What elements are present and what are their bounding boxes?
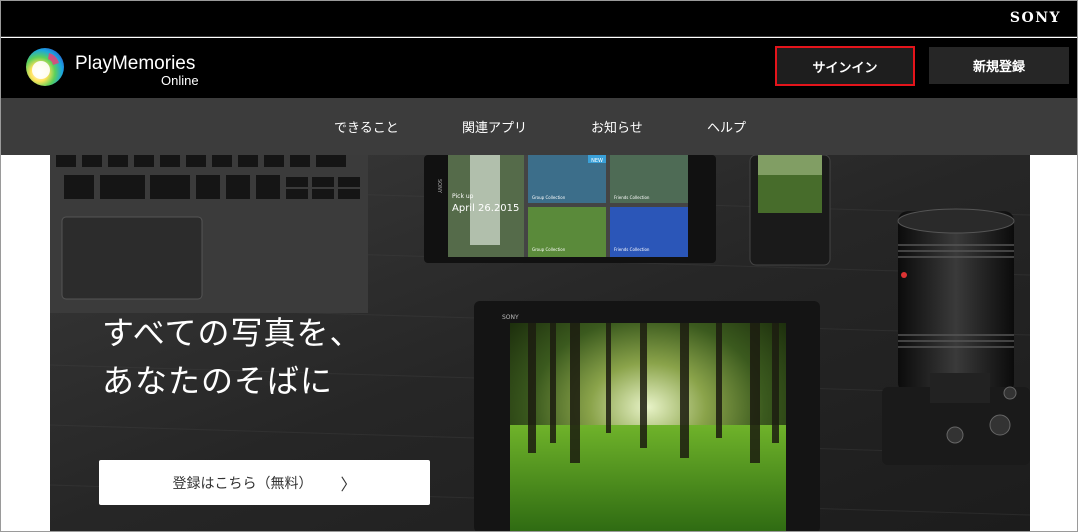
pickup-date: April 26.2015 (452, 203, 519, 214)
register-button[interactable]: 新規登録 (929, 47, 1069, 84)
app-subtitle: Online (161, 73, 199, 88)
phone-graphic (749, 155, 831, 266)
pickup-label: Pick up (452, 193, 474, 200)
tile-label: Friends Collection (614, 247, 650, 252)
tile-label: Group Collection (532, 195, 566, 200)
site-header: PlayMemories Online サインイン 新規登録 (1, 38, 1077, 98)
signin-button[interactable]: サインイン (775, 46, 915, 86)
nav-item-news[interactable]: お知らせ (591, 117, 643, 136)
page-frame: SONY PlayMemories Online サインイン 新規登録 できるこ… (0, 0, 1078, 532)
nav-item-help[interactable]: ヘルプ (707, 117, 746, 136)
new-badge: NEW (591, 158, 603, 164)
camera-lens-graphic (897, 208, 1015, 393)
tablet-main-brand: SONY (502, 314, 519, 321)
tablet-top-graphic: NEW Pick up April 26.2015 Group Collecti… (424, 155, 716, 263)
register-free-button[interactable]: 登録はこちら（無料） 〉 (99, 460, 430, 505)
hero-headline: すべての写真を、 あなたのそばに (102, 309, 362, 405)
nav-item-features[interactable]: できること (334, 117, 399, 136)
main-nav: できること 関連アプリ お知らせ ヘルプ (1, 98, 1077, 155)
playmemories-logo-icon[interactable] (25, 47, 65, 87)
register-free-label: 登録はこちら（無料） (172, 475, 313, 492)
tile-label: Friends Collection (614, 195, 650, 200)
hero-headline-line1: すべての写真を、 (102, 314, 363, 352)
nav-item-related-apps[interactable]: 関連アプリ (462, 117, 527, 136)
hero-banner: NEW Pick up April 26.2015 Group Collecti… (50, 155, 1030, 531)
sony-top-bar: SONY (1, 1, 1077, 37)
chevron-right-icon: 〉 (340, 474, 357, 494)
tablet-main-graphic: SONY (474, 301, 820, 531)
tile-label: Group Collection (532, 247, 566, 252)
tablet-top-brand: SONY (436, 179, 442, 194)
sony-logo[interactable]: SONY (1010, 10, 1061, 26)
app-title[interactable]: PlayMemories (75, 54, 195, 74)
hero-headline-line2: あなたのそばに (102, 362, 334, 400)
laptop-graphic (50, 155, 368, 313)
